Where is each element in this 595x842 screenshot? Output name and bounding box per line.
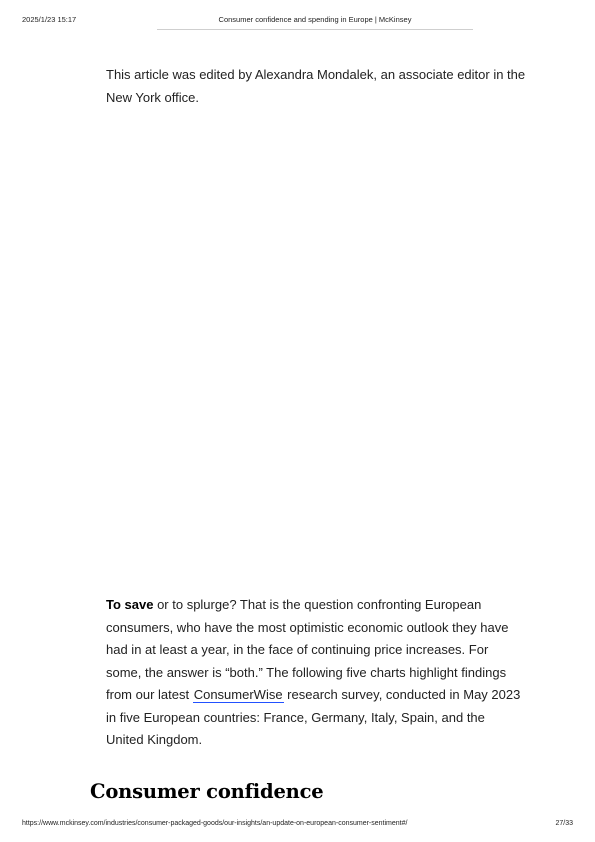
intro-paragraph: To save or to splurge? That is the quest… bbox=[106, 594, 526, 752]
header-divider bbox=[157, 29, 473, 30]
editor-note: This article was edited by Alexandra Mon… bbox=[106, 67, 526, 105]
section-heading-consumer-confidence: Consumer confidence bbox=[90, 780, 324, 803]
intro-lead-bold: To save bbox=[106, 597, 154, 612]
consumerwise-link[interactable]: ConsumerWise bbox=[192, 687, 284, 703]
print-header-title: Consumer confidence and spending in Euro… bbox=[218, 15, 412, 24]
print-header-timestamp: 2025/1/23 15:17 bbox=[22, 15, 77, 24]
print-footer-page-number: 27/33 bbox=[555, 820, 573, 827]
print-footer-url: https://www.mckinsey.com/industries/cons… bbox=[22, 820, 408, 827]
